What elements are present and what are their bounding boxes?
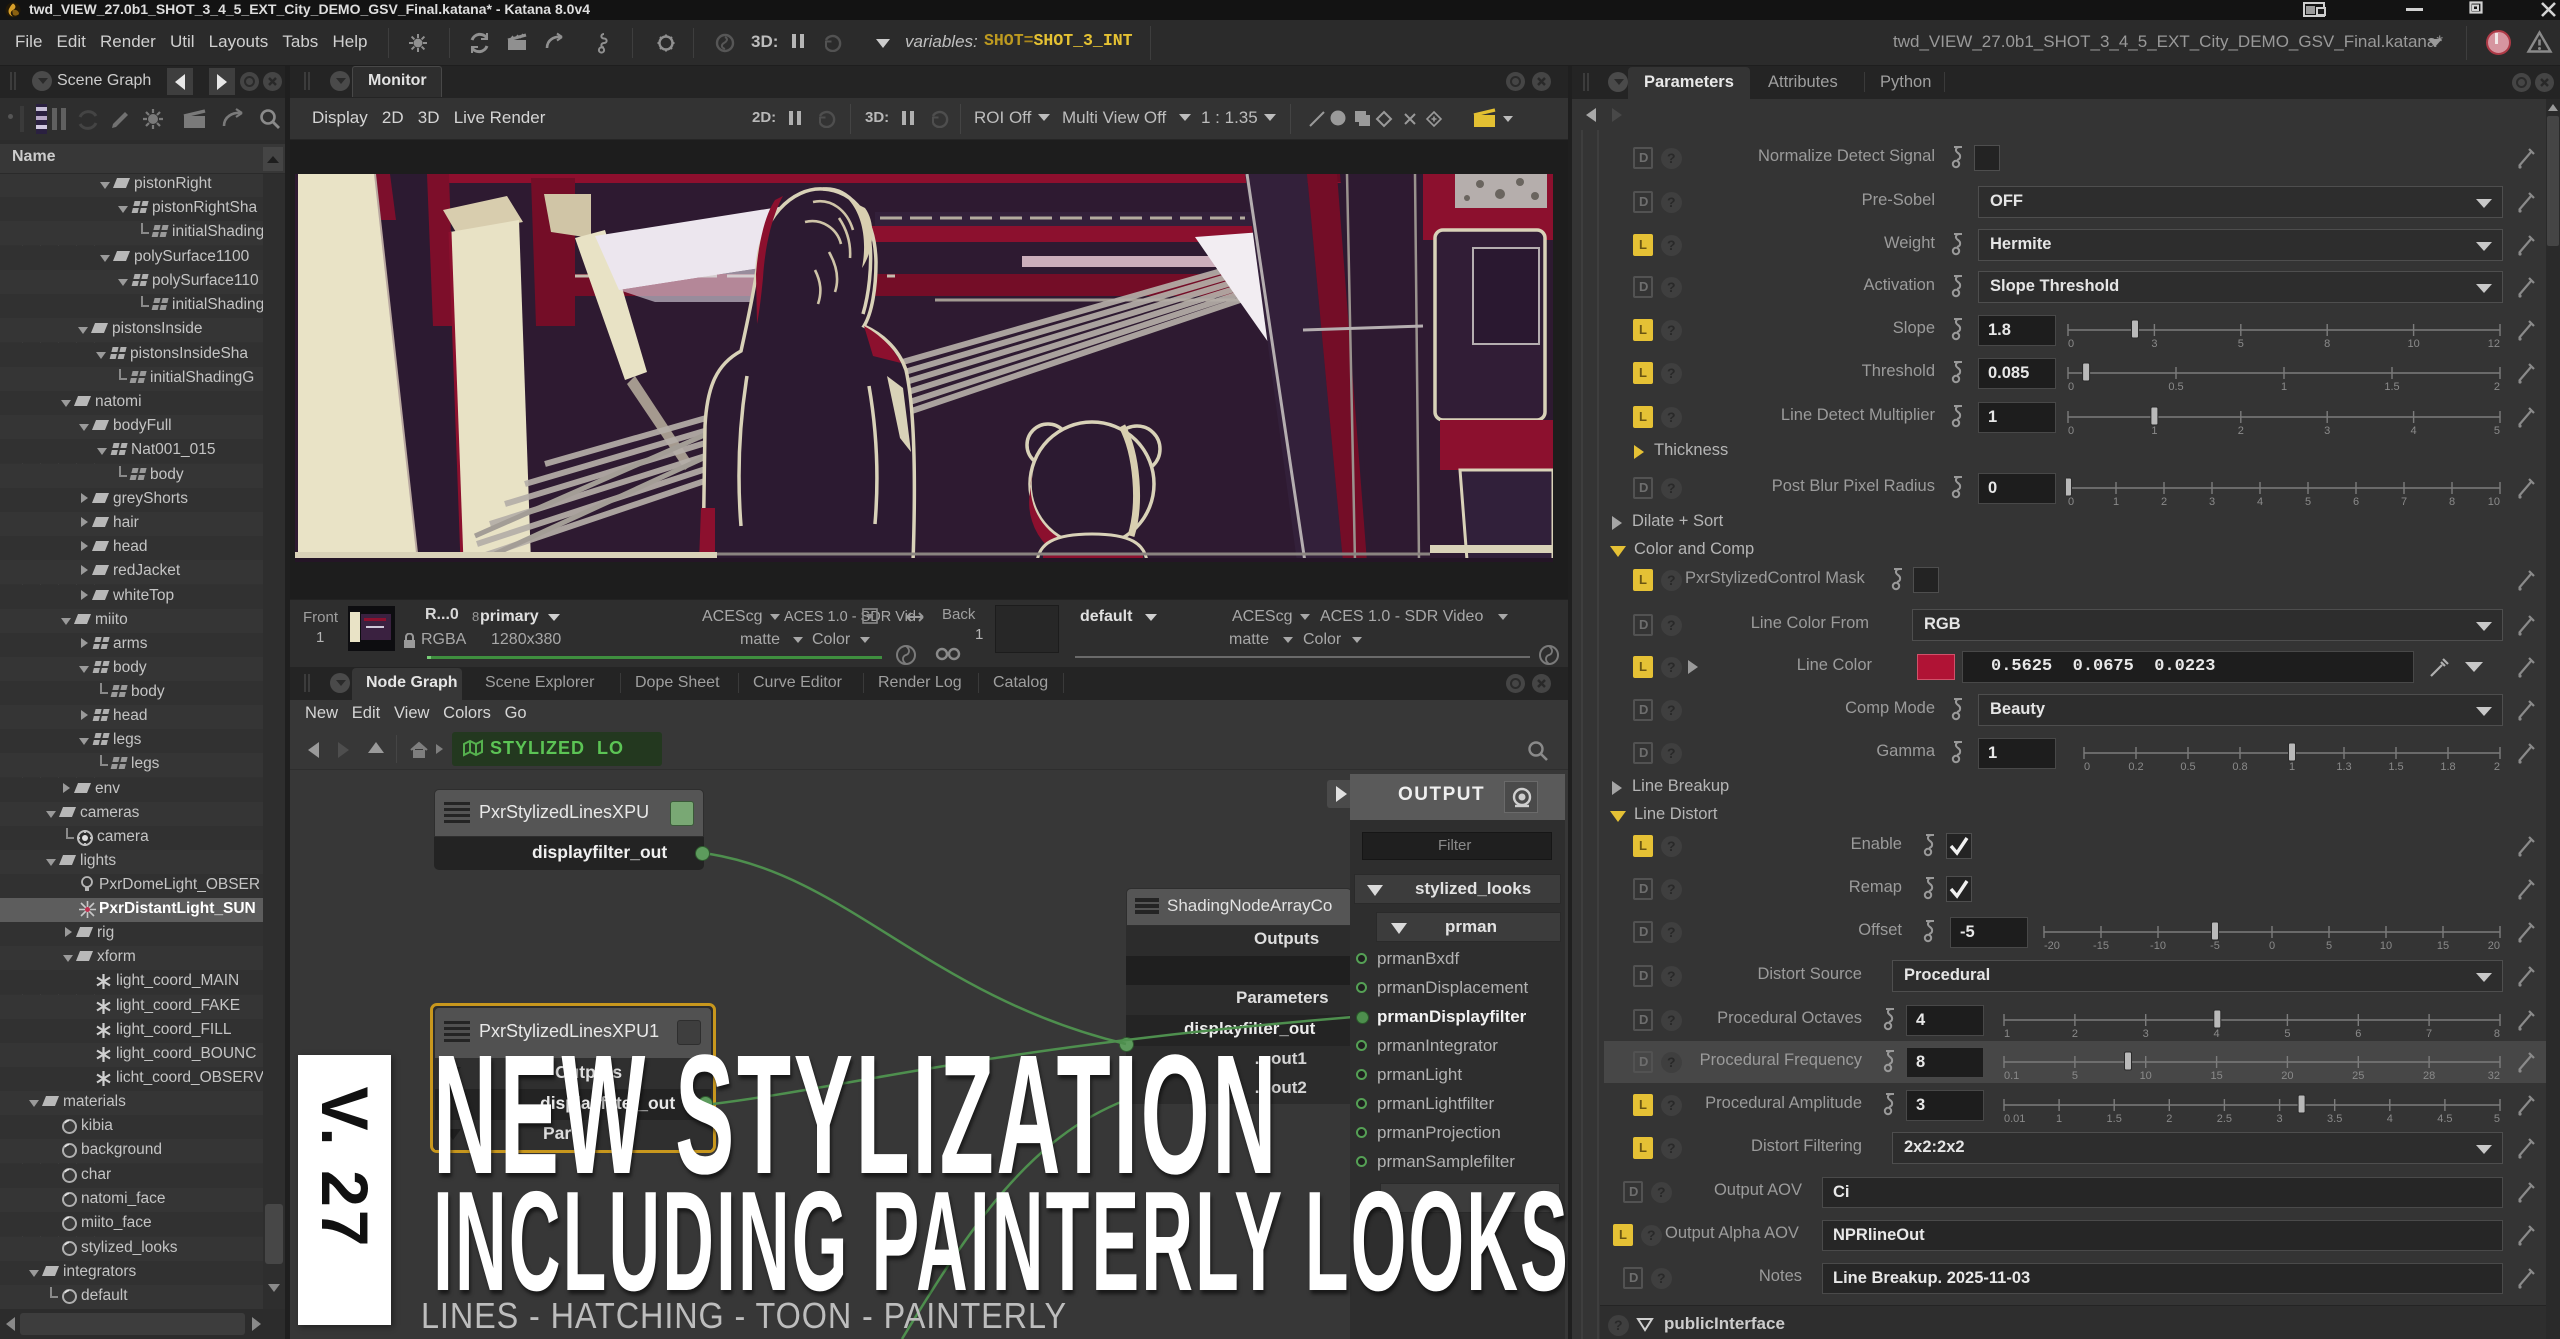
svg-text:0.01: 0.01 [2004,1113,2025,1125]
svg-text:1.5: 1.5 [2107,1113,2122,1125]
svg-text:20: 20 [2281,1070,2293,1082]
svg-text:20: 20 [2488,940,2500,952]
svg-text:0.5: 0.5 [2168,381,2183,393]
svg-text:1.3: 1.3 [2336,761,2351,773]
svg-text:0: 0 [2068,496,2074,508]
svg-text:4: 4 [2214,1028,2220,1040]
svg-text:0: 0 [2068,338,2074,350]
svg-text:8: 8 [2494,1028,2500,1040]
svg-text:1: 1 [2113,496,2119,508]
svg-text:3: 3 [2151,338,2157,350]
svg-text:4.5: 4.5 [2437,1113,2452,1125]
svg-text:28: 28 [2423,1070,2435,1082]
svg-text:8: 8 [2324,338,2330,350]
svg-text:3.5: 3.5 [2327,1113,2342,1125]
svg-text:2.5: 2.5 [2217,1113,2232,1125]
svg-text:10: 10 [2140,1070,2152,1082]
svg-text:-20: -20 [2044,940,2060,952]
svg-text:-10: -10 [2150,940,2166,952]
svg-text:0: 0 [2068,425,2074,437]
svg-text:6: 6 [2353,496,2359,508]
svg-text:-5: -5 [2210,940,2220,952]
svg-text:-15: -15 [2093,940,2109,952]
svg-text:1.8: 1.8 [2440,761,2455,773]
svg-text:5: 5 [2305,496,2311,508]
svg-text:10: 10 [2407,338,2419,350]
svg-text:0.8: 0.8 [2232,761,2247,773]
svg-text:1: 1 [2289,761,2295,773]
svg-text:3: 3 [2143,1028,2149,1040]
svg-text:1: 1 [2281,381,2287,393]
svg-text:5: 5 [2072,1070,2078,1082]
svg-text:1: 1 [2151,425,2157,437]
svg-text:3: 3 [2324,425,2330,437]
svg-text:2: 2 [2161,496,2167,508]
svg-text:2: 2 [2494,761,2500,773]
svg-text:0.2: 0.2 [2128,761,2143,773]
svg-text:0: 0 [2084,761,2090,773]
svg-text:5: 5 [2326,940,2332,952]
svg-text:2: 2 [2072,1028,2078,1040]
svg-text:1: 1 [2004,1028,2010,1040]
svg-text:2: 2 [2494,381,2500,393]
svg-text:4: 4 [2257,496,2263,508]
svg-text:10: 10 [2380,940,2392,952]
svg-text:0.5: 0.5 [2180,761,2195,773]
svg-text:3: 3 [2209,496,2215,508]
svg-text:4: 4 [2411,425,2417,437]
svg-text:0: 0 [2068,381,2074,393]
svg-text:7: 7 [2426,1028,2432,1040]
svg-text:4: 4 [2387,1113,2393,1125]
svg-text:5: 5 [2238,338,2244,350]
svg-text:5: 5 [2494,425,2500,437]
svg-text:0.1: 0.1 [2004,1070,2019,1082]
svg-text:15: 15 [2210,1070,2222,1082]
svg-text:12: 12 [2488,338,2500,350]
svg-text:0: 0 [2269,940,2275,952]
svg-text:1.5: 1.5 [2384,381,2399,393]
svg-text:2: 2 [2238,425,2244,437]
svg-text:5: 5 [2494,1113,2500,1125]
svg-text:32: 32 [2488,1070,2500,1082]
svg-text:25: 25 [2352,1070,2364,1082]
svg-text:8: 8 [2449,496,2455,508]
svg-text:15: 15 [2437,940,2449,952]
svg-text:1: 1 [2056,1113,2062,1125]
svg-text:5: 5 [2284,1028,2290,1040]
svg-text:7: 7 [2401,496,2407,508]
svg-text:3: 3 [2277,1113,2283,1125]
svg-text:1.5: 1.5 [2388,761,2403,773]
svg-text:10: 10 [2488,496,2500,508]
svg-text:2: 2 [2166,1113,2172,1125]
svg-text:6: 6 [2355,1028,2361,1040]
